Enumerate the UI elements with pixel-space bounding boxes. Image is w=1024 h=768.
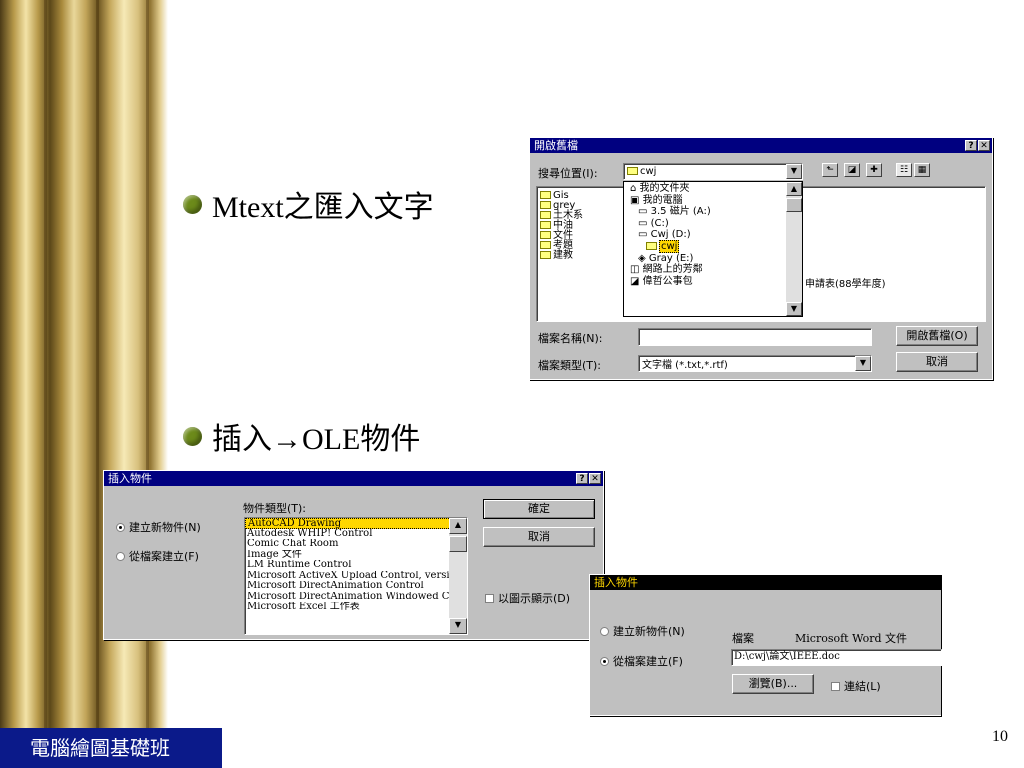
radio-create-new[interactable]: 建立新物件(N) (116, 519, 201, 535)
open-dialog-titlebar: 開啟舊檔 ? ✕ (530, 138, 992, 153)
filename-label: 檔案名稱(N): (538, 332, 603, 345)
lookin-value: cwj (640, 166, 657, 177)
checkbox[interactable] (831, 682, 840, 691)
scroll-down-icon[interactable]: ▼ (449, 618, 467, 634)
display-as-icon-checkbox[interactable]: 以圖示顯示(D) (485, 590, 570, 606)
help-button[interactable]: ? (576, 473, 588, 484)
file-type-text: Microsoft Word 文件 (795, 632, 908, 645)
list-item[interactable]: Autodesk WHIP! Control (245, 529, 467, 540)
list-item[interactable]: LM Runtime Control (245, 560, 467, 571)
scroll-thumb[interactable] (449, 536, 467, 552)
dropdown-item[interactable]: ◪ 偉哲公事包 (630, 276, 711, 289)
close-button[interactable]: ✕ (978, 140, 990, 151)
cancel-button[interactable]: 取消 (483, 527, 595, 547)
scroll-up-icon[interactable]: ▲ (449, 518, 467, 534)
up-folder-icon[interactable]: ⬑ (822, 163, 838, 177)
list-item[interactable]: Microsoft DirectAnimation Control (245, 581, 467, 592)
folder-icon (540, 201, 551, 209)
list-item[interactable]: Microsoft DirectAnimation Windowed Co (245, 592, 467, 603)
folder-icon (540, 211, 551, 219)
radio-create-from-file[interactable]: 從檔案建立(F) (600, 653, 683, 669)
gold-streak (146, 0, 149, 768)
radio-button[interactable] (600, 627, 609, 636)
folder-column: Gis grey 土木系 中油 文件 考題 建教 (540, 191, 583, 261)
filetype-label: 檔案類型(T): (538, 359, 602, 372)
bullet-dot-icon (183, 194, 202, 214)
open-file-dialog: 開啟舊檔 ? ✕ 搜尋位置(I): cwj ▼ ⬑ ◪ ✚ ☷ ▦ Gis gr… (529, 137, 993, 380)
gold-decorative-column (0, 0, 168, 768)
list-item[interactable]: Comic Chat Room (245, 539, 467, 550)
cancel-button[interactable]: 取消 (896, 352, 978, 372)
radio-button[interactable] (116, 552, 125, 561)
file-path-input[interactable]: D:\cwj\論文\IEEE.doc (731, 649, 942, 666)
scroll-down-icon[interactable]: ▼ (786, 302, 802, 316)
chevron-down-icon[interactable]: ▼ (855, 356, 871, 371)
radio-button[interactable] (116, 523, 125, 532)
list-item[interactable]: AutoCAD Drawing (245, 518, 467, 529)
radio-create-from-file[interactable]: 從檔案建立(F) (116, 548, 199, 564)
list-item[interactable]: Microsoft Excel 工作表 (245, 602, 467, 613)
lookin-combobox[interactable]: cwj ▼ (623, 163, 803, 180)
chevron-down-icon[interactable]: ▼ (786, 164, 802, 179)
bullet-dot-icon (183, 426, 202, 446)
partial-file-name[interactable]: 申請表(88學年度) (805, 275, 886, 290)
list-view-icon[interactable]: ☷ (896, 163, 912, 177)
insert-object-from-file-dialog: 插入物件 建立新物件(N) 從檔案建立(F) 檔案 Microsoft Word… (589, 574, 942, 716)
list-item[interactable]: Image 文件 (245, 550, 467, 561)
list-item[interactable]: Microsoft ActiveX Upload Control, versi (245, 571, 467, 582)
folder-icon (627, 167, 638, 175)
file-label: 檔案 (732, 632, 754, 645)
insert-dialog-titlebar: 插入物件 ? ✕ (104, 471, 603, 486)
folder-icon (540, 191, 551, 199)
object-type-list[interactable]: AutoCAD Drawing Autodesk WHIP! Control C… (244, 517, 468, 635)
dropdown-scrollbar[interactable]: ▲ ▼ (786, 182, 802, 316)
dialog-title: 開啟舊檔 (534, 139, 578, 152)
lookin-dropdown[interactable]: ⌂ 我的文件夾 ▣ 我的電腦 ▭ 3.5 磁片 (A:) ▭ (C:) ▭ Cw… (623, 181, 803, 317)
desktop-icon[interactable]: ◪ (844, 163, 860, 177)
folder-icon (540, 231, 551, 239)
page-number: 10 (992, 728, 1008, 745)
folder-icon (540, 221, 551, 229)
folder-icon (540, 241, 551, 249)
gold-streak (44, 0, 47, 768)
radio-create-new[interactable]: 建立新物件(N) (600, 623, 685, 639)
folder-icon (646, 241, 657, 250)
lookin-label: 搜尋位置(I): (538, 167, 598, 180)
bullet-insert-ole: 插入→OLE物件 (183, 414, 420, 458)
dialog-title: 插入物件 (108, 472, 152, 485)
gold-streak (96, 0, 99, 768)
bullet-text: 插入→OLE物件 (212, 423, 421, 456)
course-footer: 電腦繪圖基礎班 (0, 728, 222, 768)
link-checkbox[interactable]: 連結(L) (831, 678, 881, 694)
filetype-select[interactable]: 文字檔 (*.txt,*.rtf) ▼ (638, 355, 872, 372)
browse-button[interactable]: 瀏覽(B)... (732, 674, 814, 694)
scroll-thumb[interactable] (786, 198, 802, 212)
filename-input[interactable] (638, 328, 872, 346)
details-view-icon[interactable]: ▦ (914, 163, 930, 177)
bullet-mtext: Mtext之匯入文字 (183, 182, 434, 226)
insert-object-dialog: 插入物件 ? ✕ 建立新物件(N) 從檔案建立(F) 物件類型(T): Auto… (103, 470, 604, 640)
folder-icon (540, 251, 551, 259)
dialog-title: 插入物件 (594, 576, 638, 589)
help-button[interactable]: ? (965, 140, 977, 151)
open-button[interactable]: 開啟舊檔(O) (896, 326, 978, 346)
list-scrollbar[interactable]: ▲ ▼ (449, 518, 467, 634)
close-button[interactable]: ✕ (589, 473, 601, 484)
filetype-value: 文字檔 (*.txt,*.rtf) (642, 360, 728, 371)
radio-button[interactable] (600, 657, 609, 666)
scroll-up-icon[interactable]: ▲ (786, 182, 802, 196)
checkbox[interactable] (485, 594, 494, 603)
insert-dialog-titlebar: 插入物件 (590, 575, 941, 590)
new-folder-icon[interactable]: ✚ (866, 163, 882, 177)
object-type-label: 物件類型(T): (243, 502, 307, 515)
ok-button[interactable]: 確定 (483, 499, 595, 519)
list-item[interactable]: 建教 (540, 251, 583, 261)
bullet-text: Mtext之匯入文字 (212, 191, 434, 224)
